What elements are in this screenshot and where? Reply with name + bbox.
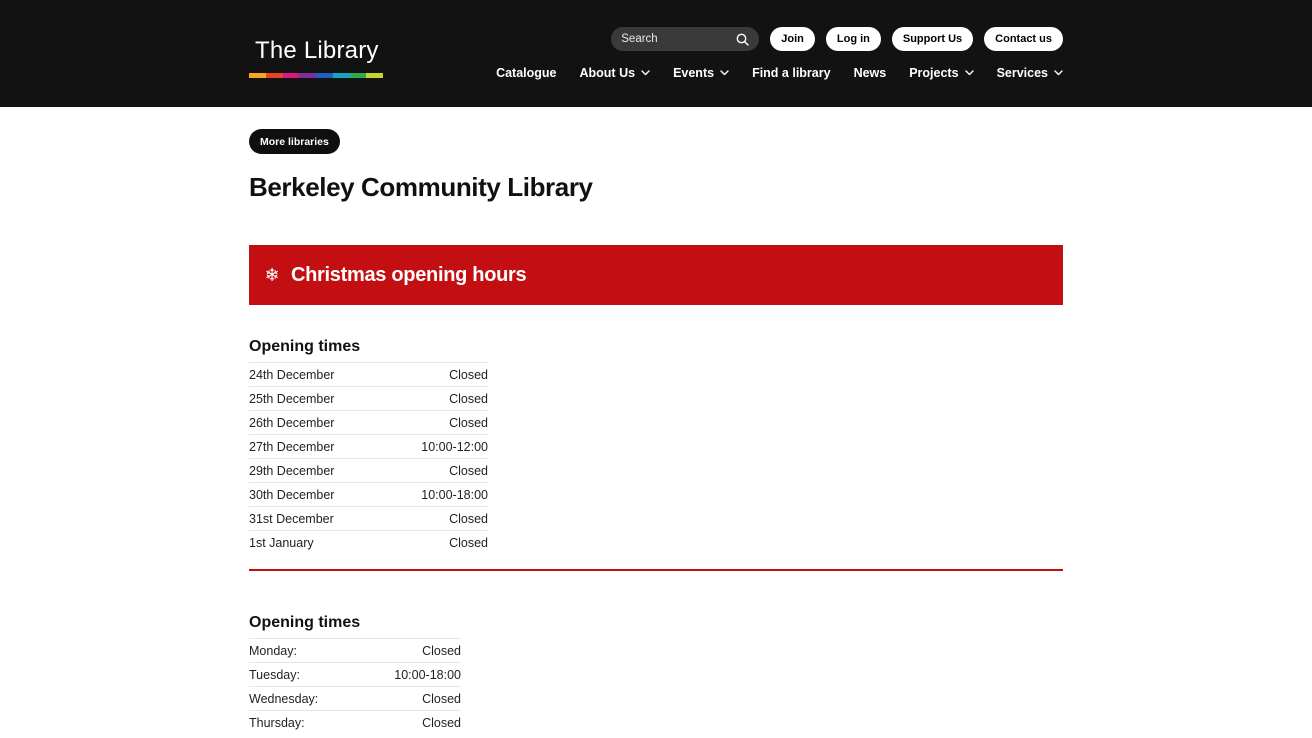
logo-color-segment bbox=[282, 73, 300, 78]
hours-day: 24th December bbox=[249, 367, 335, 382]
support-us-button[interactable]: Support Us bbox=[891, 27, 974, 51]
logo-color-bar bbox=[249, 73, 383, 78]
chevron-down-icon bbox=[641, 70, 650, 76]
christmas-hours-table: Opening times 24th December Closed 25th De… bbox=[249, 336, 488, 554]
hours-row: Thursday: Closed bbox=[249, 710, 461, 734]
nav-item-label: Catalogue bbox=[496, 66, 557, 80]
nav-item-find-a-library[interactable]: Find a library bbox=[752, 64, 831, 82]
hours-value: 10:00-18:00 bbox=[421, 487, 488, 502]
nav-item-services[interactable]: Services bbox=[997, 64, 1063, 82]
hours-value: Closed bbox=[422, 643, 461, 658]
hours-row: 31st December Closed bbox=[249, 506, 488, 530]
chevron-down-icon bbox=[720, 70, 729, 76]
utility-bar: Search Join Log in Support Us Contact us bbox=[611, 27, 1063, 51]
search-icon[interactable] bbox=[736, 33, 749, 46]
hours-value: Closed bbox=[449, 535, 488, 550]
regular-hours-table: Opening times Monday: Closed Tuesday: 10:00… bbox=[249, 612, 461, 734]
page-title: Berkeley Community Library bbox=[249, 172, 593, 202]
nav-item-label: Events bbox=[673, 66, 715, 80]
nav-item-events[interactable]: Events bbox=[673, 64, 729, 82]
hours-value: 10:00-12:00 bbox=[421, 439, 488, 454]
christmas-banner-title: Christmas opening hours bbox=[291, 263, 527, 286]
chevron-down-icon bbox=[964, 70, 974, 76]
logo-color-segment bbox=[332, 73, 350, 78]
chevron-down-icon bbox=[1054, 70, 1063, 76]
regular-hours-rows: Monday: Closed Tuesday: 10:00-18:00 Wednesda… bbox=[249, 638, 461, 734]
nav-item-label: Projects bbox=[909, 66, 959, 80]
hours-day: 25th December bbox=[249, 391, 335, 406]
nav-item-label: News bbox=[853, 66, 887, 80]
hours-row: 25th December Closed bbox=[249, 386, 488, 410]
hours-row: 24th December Closed bbox=[249, 362, 488, 386]
nav-item-about-us[interactable]: About Us bbox=[580, 64, 651, 82]
hours-value: Closed bbox=[449, 415, 488, 430]
hours-value: Closed bbox=[449, 463, 488, 478]
site-header: The Library Search Join Log in Support U… bbox=[0, 0, 1312, 107]
hours-value: Closed bbox=[449, 367, 488, 382]
hours-day: 26th December bbox=[249, 415, 335, 430]
join-button[interactable]: Join bbox=[770, 27, 815, 51]
logo-color-segment bbox=[316, 73, 333, 78]
hours-row: 29th December Closed bbox=[249, 458, 488, 482]
hours-day: Monday: bbox=[249, 643, 297, 658]
nav-item-label: About Us bbox=[579, 66, 636, 80]
logo-color-segment bbox=[249, 73, 266, 78]
hours-day: Wednesday: bbox=[249, 691, 319, 706]
hours-value: Closed bbox=[449, 511, 488, 526]
hours-row: 26th December Closed bbox=[249, 410, 488, 434]
logo-color-segment bbox=[299, 73, 316, 78]
search-input[interactable]: Search bbox=[611, 27, 760, 51]
nav-item-label: Find a library bbox=[752, 66, 831, 80]
site-logo[interactable]: The Library bbox=[249, 36, 383, 78]
nav-item-news[interactable]: News bbox=[854, 64, 887, 82]
logo-color-segment bbox=[265, 73, 283, 78]
nav-item-catalogue[interactable]: Catalogue bbox=[496, 64, 556, 82]
hours-day: 1st January bbox=[249, 535, 314, 550]
hours-row: 1st January Closed bbox=[249, 530, 488, 554]
christmas-hours-rows: 24th December Closed 25th December Closed 26… bbox=[249, 362, 488, 554]
christmas-banner: ❄ Christmas opening hours bbox=[249, 245, 1063, 305]
logo-text: The Library bbox=[255, 37, 379, 64]
main-nav: Catalogue About Us Events Find a library New… bbox=[496, 64, 1063, 82]
hours-row: Wednesday: Closed bbox=[249, 686, 461, 710]
nav-item-projects[interactable]: Projects bbox=[909, 64, 974, 82]
section-divider bbox=[249, 569, 1063, 571]
hours-day: Thursday: bbox=[249, 715, 305, 730]
hours-row: Tuesday: 10:00-18:00 bbox=[249, 662, 461, 686]
logo-color-segment bbox=[366, 73, 383, 78]
hours-value: Closed bbox=[422, 715, 461, 730]
hours-day: 29th December bbox=[249, 463, 335, 478]
contact-us-button[interactable]: Contact us bbox=[984, 27, 1063, 51]
hours-day: 31st December bbox=[249, 511, 334, 526]
hours-row: 30th December 10:00-18:00 bbox=[249, 482, 488, 506]
hours-row: Monday: Closed bbox=[249, 638, 461, 662]
hours-value: 10:00-18:00 bbox=[394, 667, 461, 682]
hours-day: Tuesday: bbox=[249, 667, 300, 682]
hours-value: Closed bbox=[422, 691, 461, 706]
log-in-button[interactable]: Log in bbox=[825, 27, 881, 51]
hours-value: Closed bbox=[449, 391, 488, 406]
logo-color-segment bbox=[349, 73, 367, 78]
hours-day: 27th December bbox=[249, 439, 335, 454]
nav-item-label: Services bbox=[996, 66, 1048, 80]
search-placeholder: Search bbox=[621, 33, 658, 45]
christmas-hours-heading: Opening times bbox=[249, 338, 361, 355]
more-libraries-button[interactable]: More libraries bbox=[249, 129, 340, 154]
hours-day: 30th December bbox=[249, 487, 335, 502]
regular-hours-heading: Opening times bbox=[249, 614, 361, 631]
snowflake-icon: ❄ bbox=[264, 264, 280, 285]
hours-row: 27th December 10:00-12:00 bbox=[249, 434, 488, 458]
